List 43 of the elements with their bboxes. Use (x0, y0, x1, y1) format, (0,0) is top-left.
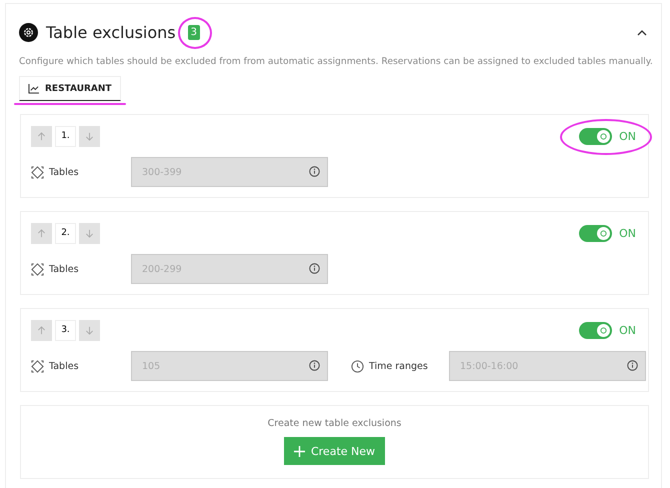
arrow-down-icon (85, 326, 94, 334)
info-icon[interactable] (627, 360, 638, 371)
field-label: Tables (49, 264, 80, 274)
toggle-switch[interactable] (579, 128, 612, 144)
toggle-label: ON (619, 226, 636, 240)
collapse-chevron-icon[interactable] (637, 28, 647, 36)
move-down-button[interactable] (79, 126, 100, 146)
arrow-up-icon (37, 228, 46, 238)
create-prompt: Create new table exclusions (268, 418, 402, 429)
move-down-button[interactable] (79, 320, 100, 340)
toggle-switch[interactable] (579, 224, 612, 242)
plus-icon (294, 446, 305, 456)
order-number: 1. (55, 126, 76, 146)
move-down-button[interactable] (79, 222, 100, 244)
arrow-down-icon (85, 132, 94, 140)
move-up-button[interactable] (31, 222, 52, 244)
circle-icon (600, 230, 608, 236)
table-area-icon (31, 360, 44, 372)
section-title: Table exclusions (46, 22, 176, 42)
move-up-button[interactable] (31, 126, 52, 146)
clock-icon (351, 360, 364, 372)
info-icon[interactable] (309, 360, 320, 371)
table-area-icon (31, 262, 44, 276)
toggle-switch[interactable] (579, 322, 612, 338)
move-up-button[interactable] (31, 320, 52, 340)
toggle-label: ON (619, 130, 636, 142)
circle-icon (600, 326, 608, 334)
line-chart-icon (28, 84, 39, 94)
arrow-up-icon (37, 132, 46, 140)
toggle-label: ON (619, 324, 636, 336)
arrow-up-icon (37, 326, 46, 334)
arrow-down-icon (85, 228, 94, 238)
order-number: 3. (55, 320, 76, 340)
field-label: Tables (49, 360, 80, 372)
info-icon[interactable] (309, 166, 320, 177)
field-label: Tables (49, 166, 80, 178)
info-icon[interactable] (309, 263, 320, 274)
count-badge: 3 (188, 24, 200, 40)
field-label: Time ranges (369, 360, 429, 372)
order-number: 2. (55, 222, 76, 244)
settings-icon (19, 22, 38, 42)
table-area-icon (31, 166, 44, 178)
circle-icon (600, 132, 608, 140)
